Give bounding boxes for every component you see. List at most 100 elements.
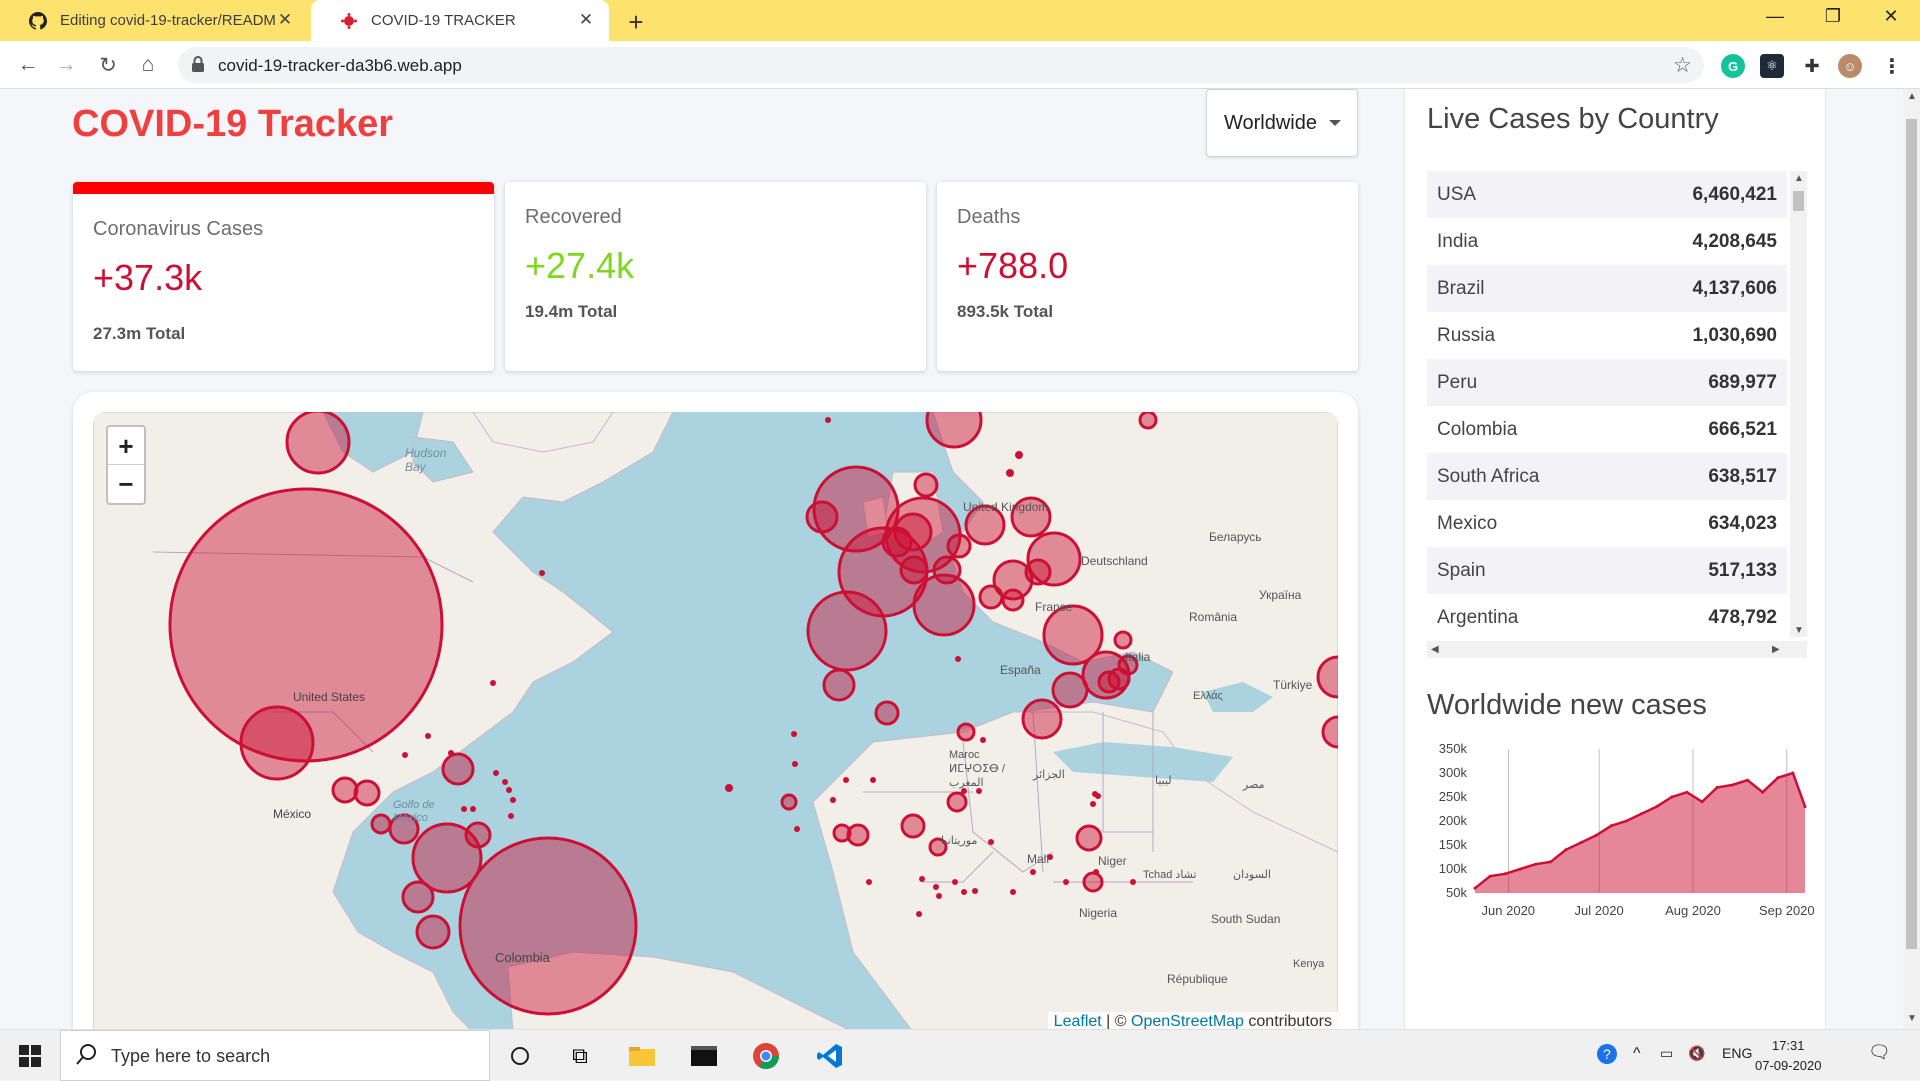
forward-icon[interactable]: → [52, 51, 80, 79]
scrollbar-thumb[interactable] [1793, 191, 1804, 211]
x-tick-label: Aug 2020 [1665, 903, 1721, 918]
bookmark-star-icon[interactable]: ☆ [1673, 53, 1692, 78]
notifications-icon[interactable]: 🗨 [1868, 1042, 1891, 1063]
map-zoom-control: + − [106, 425, 146, 505]
scroll-down-arrow-icon[interactable]: ▼ [1907, 1013, 1917, 1024]
country-table[interactable]: USA 6,460,421 India 4,208,645 Brazil 4,137,… [1427, 171, 1807, 637]
data-point [1564, 848, 1568, 852]
data-point [1594, 833, 1598, 837]
selected-country: Worldwide [1224, 112, 1317, 134]
data-point [1503, 872, 1507, 876]
cortana-icon[interactable] [502, 1038, 538, 1074]
app-title: COVID-19 Tracker [72, 103, 394, 145]
data-point [1791, 771, 1795, 775]
taskbar-clock[interactable]: 17:31 07-09-2020 [1755, 1036, 1822, 1076]
map-label: Colombia [495, 950, 550, 965]
country-cases: 666,521 [1708, 419, 1777, 440]
table-row: India 4,208,645 [1427, 218, 1787, 265]
close-tab-icon[interactable]: ✕ [276, 11, 294, 29]
world-map[interactable]: Hudson Bay United States México Golfo de… [93, 412, 1338, 1029]
data-point [1518, 867, 1522, 871]
country-name: Mexico [1437, 513, 1498, 534]
map-label: Golfo de México [393, 799, 435, 824]
scrollbar-thumb[interactable] [1906, 119, 1917, 949]
data-point [1715, 785, 1719, 789]
scroll-left-arrow-icon[interactable]: ◀ [1431, 644, 1439, 655]
cases-card[interactable]: Coronavirus Cases +37.3k 27.3m Total [73, 182, 494, 371]
data-point [1746, 778, 1749, 782]
map-label: موريتانيا [941, 835, 978, 847]
table-horizontal-scrollbar[interactable]: ◀ ▶ [1427, 641, 1807, 658]
windows-start-icon[interactable] [12, 1038, 48, 1074]
right-sidebar: Live Cases by Country USA 6,460,421 India… [1404, 89, 1826, 1029]
country-cases: 634,023 [1708, 513, 1777, 534]
lock-icon [191, 56, 205, 78]
worldwide-chart-title: Worldwide new cases [1427, 689, 1707, 721]
zoom-in-button[interactable]: + [108, 427, 144, 465]
address-bar[interactable]: covid-19-tracker-da3b6.web.app ☆ [178, 47, 1704, 83]
tray-chevron-up-icon[interactable]: ^ [1633, 1045, 1641, 1063]
help-icon[interactable]: ? [1596, 1043, 1618, 1068]
country-cases: 4,208,645 [1692, 231, 1777, 252]
country-cases: 689,977 [1708, 372, 1777, 393]
table-row: Colombia 666,521 [1427, 406, 1787, 453]
vscode-icon[interactable] [812, 1038, 848, 1074]
task-view-icon[interactable]: ⧉ [562, 1038, 598, 1074]
browser-toolbar: ← → ↻ ⌂ covid-19-tracker-da3b6.web.app ☆… [0, 41, 1920, 89]
scroll-down-arrow-icon[interactable]: ▼ [1794, 625, 1804, 636]
recovered-card[interactable]: Recovered +27.4k 19.4m Total [505, 182, 926, 371]
cases-area [1475, 773, 1805, 893]
country-cases: 478,792 [1708, 607, 1777, 628]
map-label: Italia [1125, 650, 1151, 664]
battery-icon[interactable]: ▭ [1660, 1045, 1673, 1062]
table-vertical-scrollbar[interactable]: ▲ ▼ [1790, 171, 1807, 637]
country-select[interactable]: Worldwide [1206, 89, 1358, 157]
file-explorer-icon[interactable] [624, 1038, 660, 1074]
language-indicator[interactable]: ENG [1722, 1045, 1752, 1061]
extensions-icon[interactable]: ✚ [1800, 54, 1824, 78]
scroll-up-arrow-icon[interactable]: ▲ [1794, 173, 1804, 184]
home-icon[interactable]: ⌂ [134, 51, 162, 79]
card-total: 27.3m Total [93, 324, 186, 343]
map-label: Deutschland [1081, 554, 1148, 568]
map-label: România [1189, 610, 1238, 624]
terminal-icon[interactable] [686, 1038, 722, 1074]
taskbar-search[interactable]: Type here to search [60, 1030, 490, 1081]
attribution-separator: | © [1101, 1013, 1131, 1029]
table-row: Peru 689,977 [1427, 359, 1787, 406]
back-icon[interactable]: ← [14, 51, 42, 79]
grammarly-icon[interactable]: G [1721, 54, 1745, 78]
country-name: Colombia [1437, 419, 1518, 440]
country-name: Peru [1437, 372, 1478, 393]
scroll-up-arrow-icon[interactable]: ▲ [1907, 91, 1917, 102]
x-tick-label: Jun 2020 [1482, 903, 1536, 918]
new-tab-icon[interactable]: + [622, 7, 650, 38]
page-scrollbar[interactable]: ▲ ▼ [1903, 89, 1920, 1029]
profile-avatar[interactable]: ☺ [1838, 54, 1862, 78]
tab-github-readme[interactable]: Editing covid-19-tracker/READM ✕ [0, 0, 308, 41]
react-devtools-icon[interactable]: ⚛ [1760, 54, 1784, 78]
volume-icon[interactable]: 🔇 [1688, 1045, 1705, 1062]
maximize-icon[interactable]: ❐ [1818, 6, 1848, 27]
deaths-card[interactable]: Deaths +788.0 893.5k Total [937, 182, 1358, 371]
minimize-icon[interactable]: — [1760, 6, 1790, 27]
chrome-icon[interactable] [748, 1038, 784, 1074]
openstreetmap-link[interactable]: OpenStreetMap [1131, 1013, 1244, 1029]
table-row: Russia 1,030,690 [1427, 312, 1787, 359]
zoom-out-button[interactable]: − [108, 465, 144, 503]
leaflet-link[interactable]: Leaflet [1054, 1013, 1102, 1029]
svg-text:?: ? [1603, 1046, 1611, 1062]
x-tick-label: Jul 2020 [1575, 903, 1624, 918]
close-tab-icon[interactable]: ✕ [577, 11, 595, 29]
map-label: United States [293, 690, 366, 704]
country-name: India [1437, 231, 1479, 252]
page-content: COVID-19 Tracker Worldwide Coronavirus C… [0, 89, 1920, 1029]
reload-icon[interactable]: ↻ [94, 51, 122, 79]
y-tick-label: 150k [1439, 837, 1468, 852]
table-row: South Africa 638,517 [1427, 453, 1787, 500]
scroll-right-arrow-icon[interactable]: ▶ [1772, 644, 1780, 655]
close-window-icon[interactable]: ✕ [1876, 6, 1906, 27]
map-label: السودان [1233, 869, 1271, 881]
tab-covid-tracker[interactable]: COVID-19 TRACKER ✕ [311, 0, 609, 41]
browser-menu-icon[interactable]: ⋮ [1880, 54, 1904, 78]
